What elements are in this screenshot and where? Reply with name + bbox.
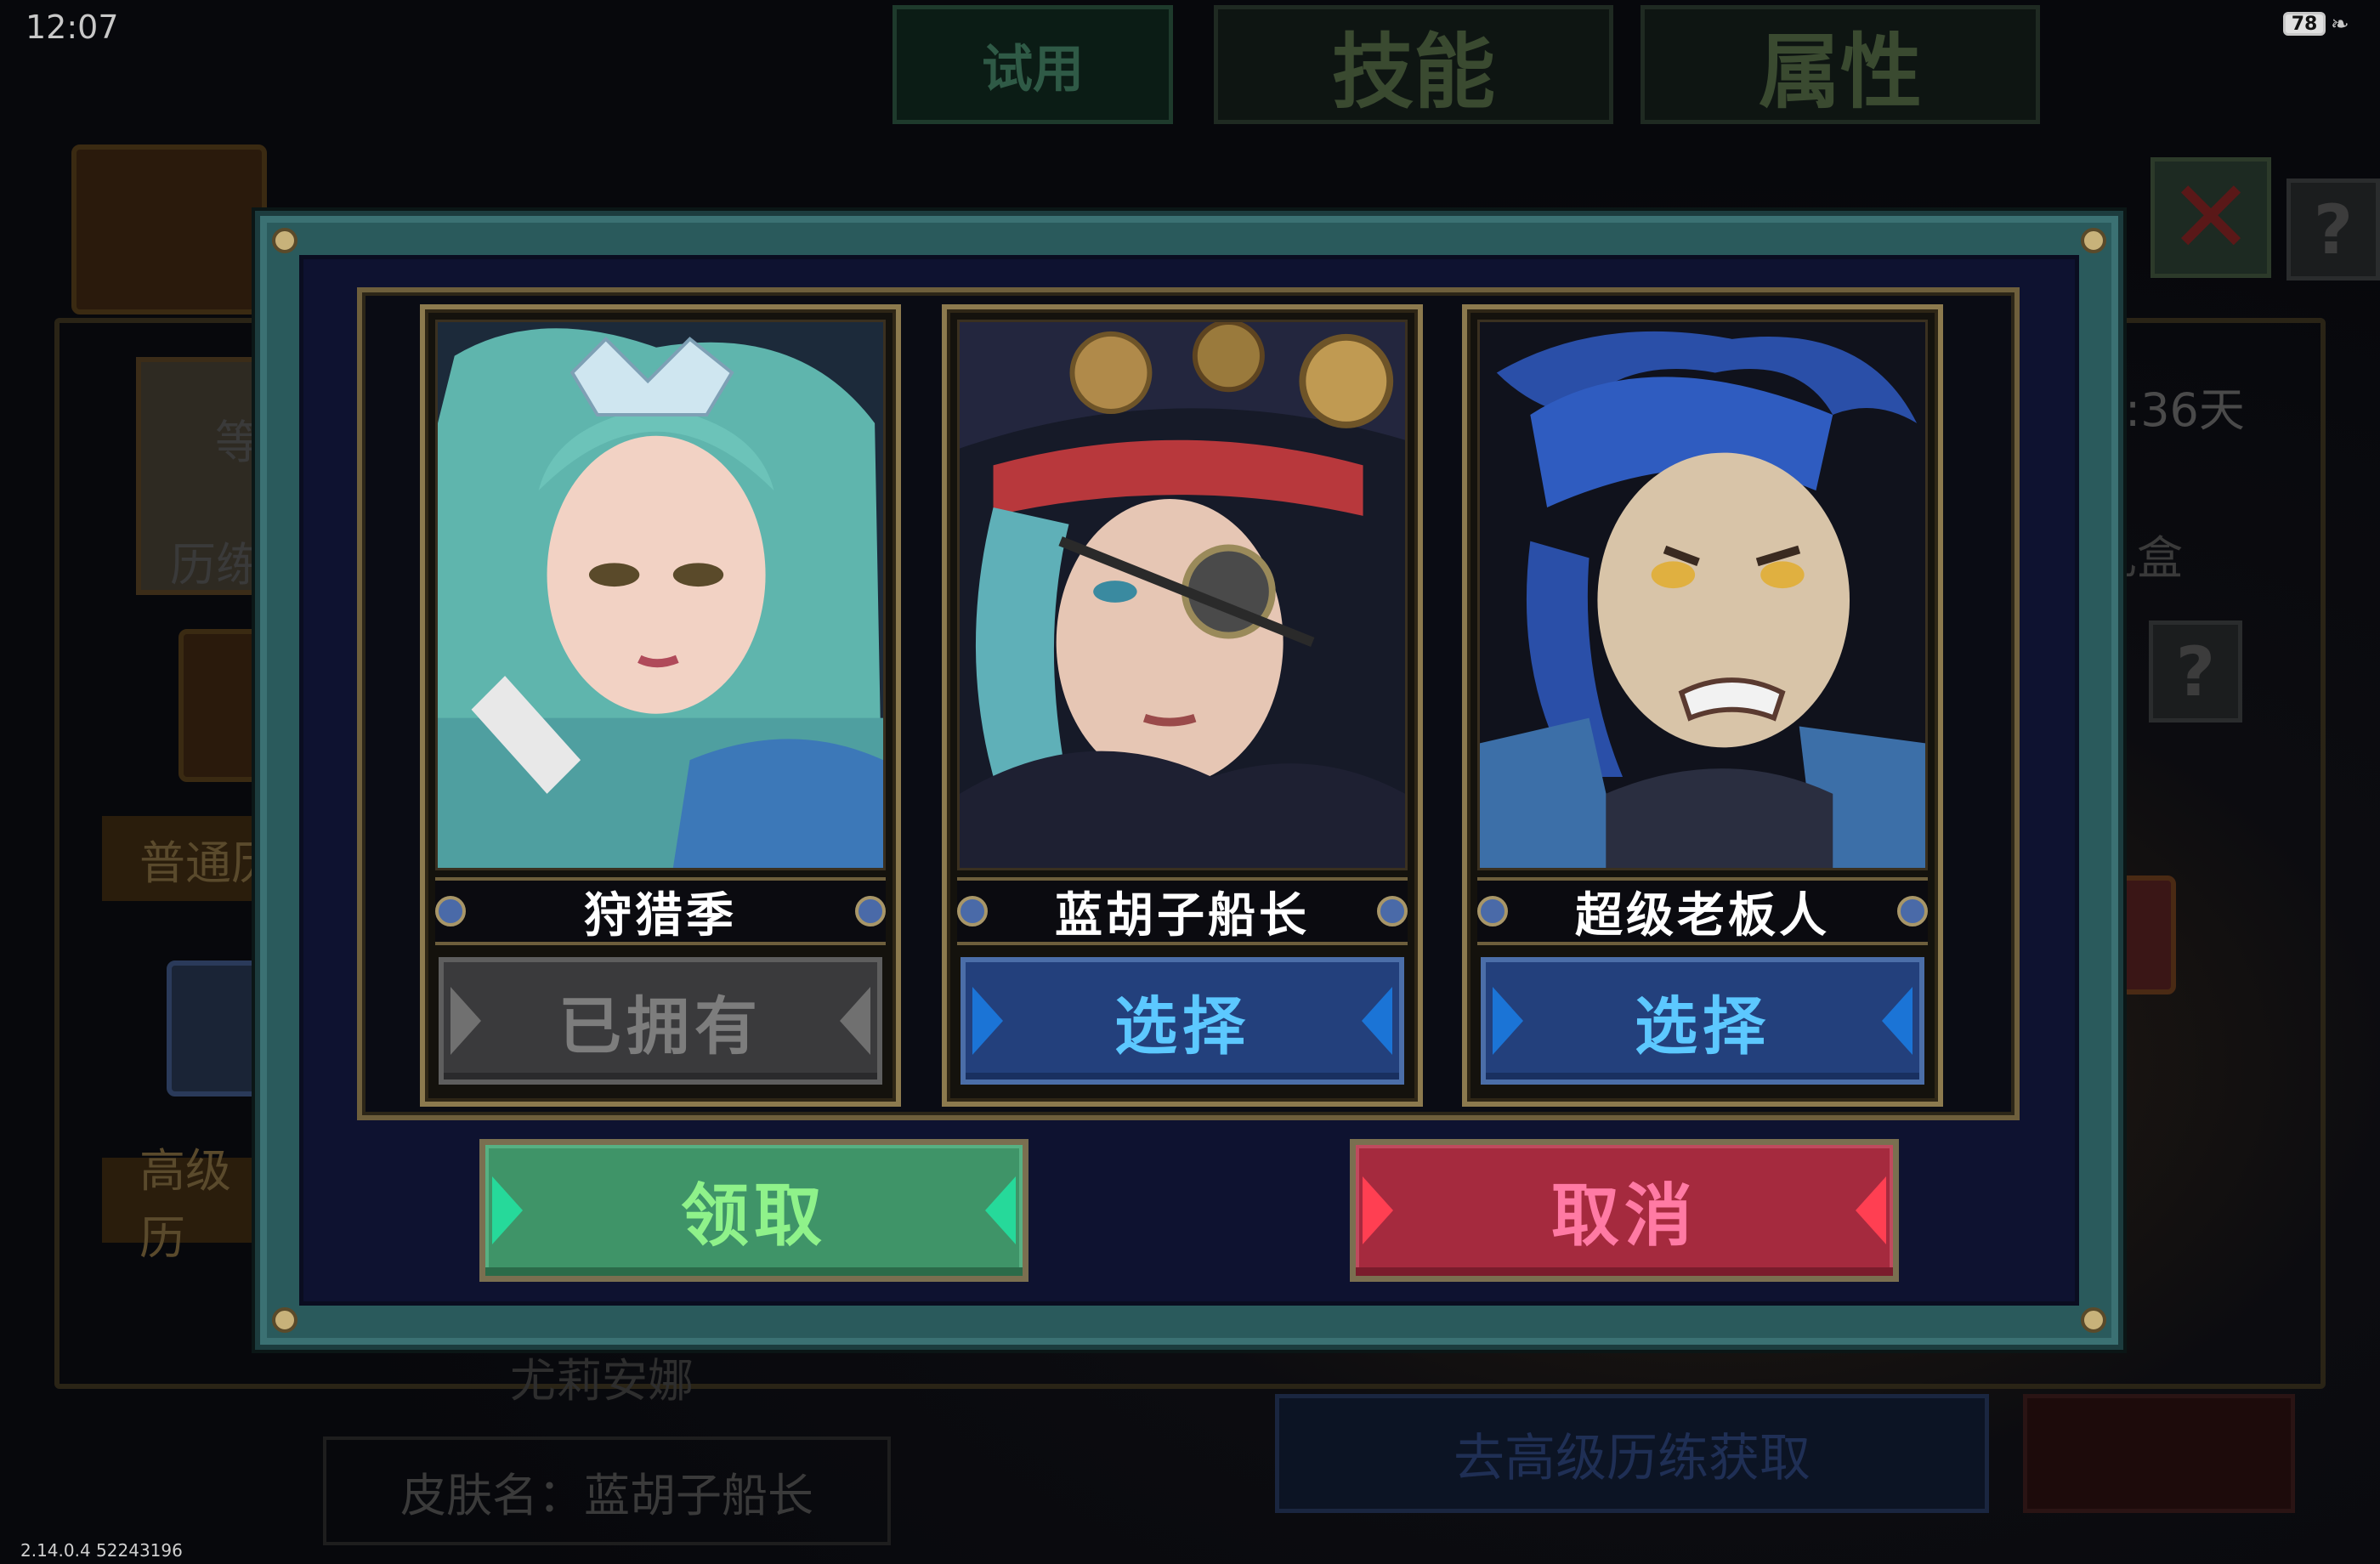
select-button[interactable]: 选择: [960, 957, 1404, 1085]
tab-trial[interactable]: 试用: [892, 5, 1173, 124]
help-icon[interactable]: ?: [2286, 178, 2380, 280]
skin-card[interactable]: 狩猎季 已拥有: [420, 304, 901, 1107]
orb-icon: [1477, 896, 1508, 926]
rivet-icon: [2081, 228, 2106, 253]
days-left: :36天: [2125, 383, 2245, 437]
orb-icon: [855, 896, 886, 926]
skin-card[interactable]: 蓝胡子船长 选择: [942, 304, 1423, 1107]
chevron-left-icon: [972, 987, 1003, 1055]
chevron-left-icon: [1493, 987, 1523, 1055]
skin-card[interactable]: 超级老板人 选择: [1462, 304, 1943, 1107]
orb-icon: [1377, 896, 1408, 926]
chevron-right-icon: [1362, 987, 1392, 1055]
skin-name-label: 皮肤名：蓝胡子船长: [323, 1436, 891, 1545]
close-icon: ✕: [2168, 158, 2254, 277]
chevron-left-icon: [492, 1176, 523, 1244]
skin-name: 超级老板人: [1477, 877, 1928, 945]
owned-label: 已拥有: [558, 989, 762, 1063]
skin-portrait-super-boss: [1477, 320, 1928, 870]
skin-portrait-hunting-season: [435, 320, 886, 870]
skin-name: 蓝胡子船长: [957, 877, 1408, 945]
leaf-icon: ❧: [2331, 12, 2349, 37]
orb-icon: [1897, 896, 1928, 926]
background-close-button[interactable]: [2023, 1394, 2295, 1513]
tab-skill[interactable]: 技能: [1214, 5, 1613, 124]
rivet-icon: [272, 228, 298, 253]
cancel-label: 取消: [1551, 1176, 1697, 1255]
skin-portrait-bluebeard-captain: [957, 320, 1408, 870]
chevron-right-icon: [840, 987, 870, 1055]
chest-icon: [71, 144, 267, 314]
chevron-right-icon: [1856, 1176, 1886, 1244]
battery-icon: 78: [2283, 12, 2326, 36]
hero-name: 尤莉安娜: [510, 1354, 694, 1408]
rivet-icon: [2081, 1307, 2106, 1333]
orb-icon: [435, 896, 466, 926]
orb-icon: [957, 896, 988, 926]
claim-label: 领取: [681, 1176, 827, 1255]
go-advanced-training-button[interactable]: 去高级历练获取: [1275, 1394, 1989, 1513]
chevron-left-icon: [1363, 1176, 1393, 1244]
cancel-button[interactable]: 取消: [1350, 1139, 1899, 1282]
select-button[interactable]: 选择: [1481, 957, 1924, 1085]
close-button[interactable]: ✕: [2150, 157, 2271, 278]
claim-button[interactable]: 领取: [479, 1139, 1028, 1282]
chevron-left-icon: [450, 987, 481, 1055]
skin-name: 狩猎季: [435, 877, 886, 945]
select-label: 选择: [1635, 989, 1771, 1063]
status-time: 12:07: [26, 8, 119, 46]
owned-button: 已拥有: [439, 957, 882, 1085]
version-label: 2.14.0.4 52243196: [20, 1540, 183, 1561]
rivet-icon: [272, 1307, 298, 1333]
chevron-right-icon: [1882, 987, 1912, 1055]
tab-attributes[interactable]: 属性: [1640, 5, 2040, 124]
chevron-right-icon: [985, 1176, 1016, 1244]
select-label: 选择: [1114, 989, 1250, 1063]
help-icon[interactable]: ?: [2149, 620, 2242, 722]
